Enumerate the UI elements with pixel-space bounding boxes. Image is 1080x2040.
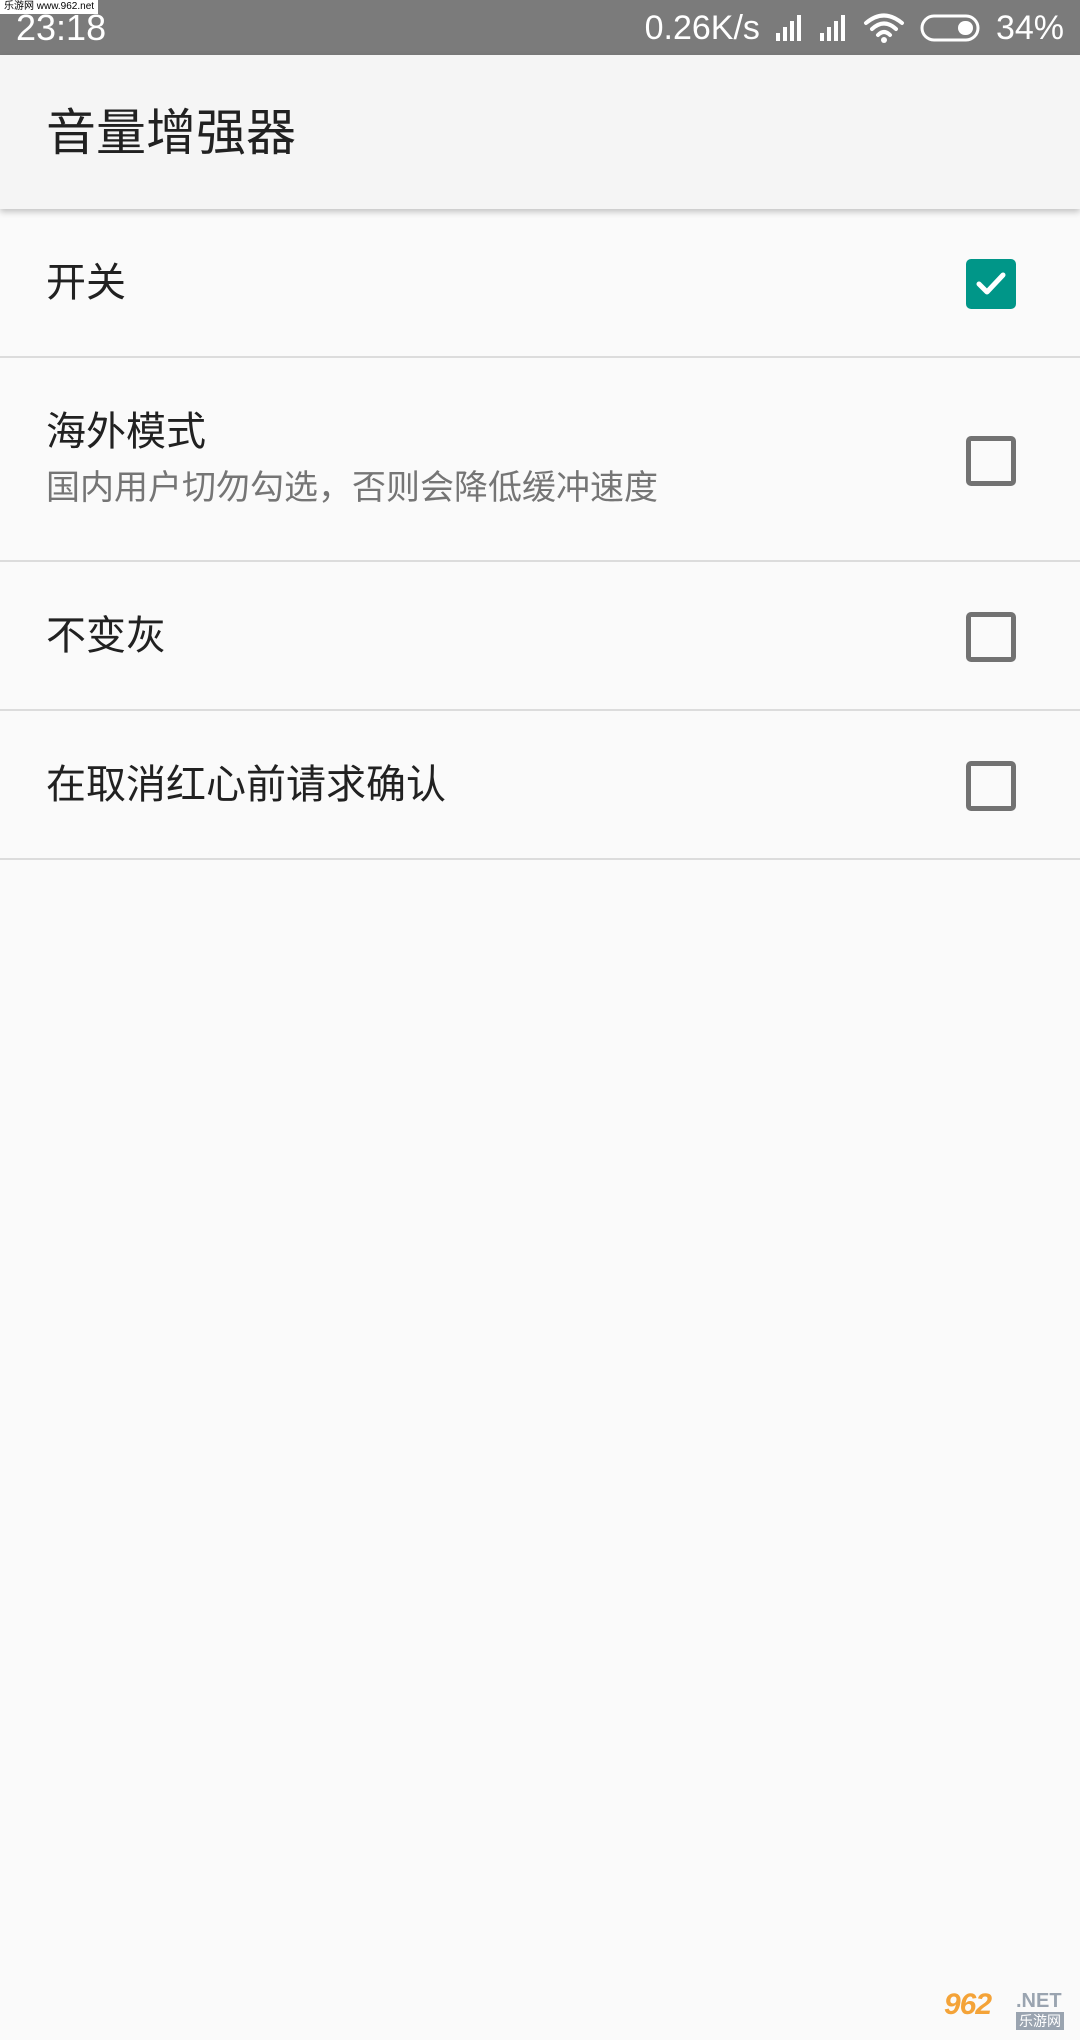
pref-item-switch[interactable]: 开关 [0,209,1080,358]
pref-item-overseas-mode[interactable]: 海外模式 国内用户切勿勾选，否则会降低缓冲速度 [0,358,1080,562]
battery-icon [920,13,982,43]
screen: 乐游网 www.962.net 23:18 0.26K/s 34% 音量增强器 … [0,0,1080,2040]
pref-title: 开关 [46,260,126,306]
watermark-net: .NET [1016,1990,1062,2012]
signal-icon-2 [818,13,848,43]
check-icon [976,272,1006,295]
confirm-unlike-checkbox[interactable] [966,761,1016,811]
switch-checkbox[interactable] [966,259,1016,309]
pref-title: 在取消红心前请求确认 [46,762,446,808]
battery-percent: 34% [995,8,1064,47]
watermark-logo: 962 .NET 乐游网 [944,1988,1074,2034]
wifi-icon [862,12,906,44]
pref-item-confirm-unlike[interactable]: 在取消红心前请求确认 [0,711,1080,860]
no-gray-checkbox[interactable] [966,612,1016,662]
watermark-cn: 乐游网 [1016,2012,1064,2030]
net-speed: 0.26K/s [644,8,760,47]
status-icons: 0.26K/s 34% [645,6,1064,50]
watermark-number: 962 [944,1988,992,2021]
status-bar: 乐游网 www.962.net 23:18 0.26K/s 34% [0,0,1080,55]
overseas-mode-checkbox[interactable] [966,436,1016,486]
preference-list: 开关 海外模式 国内用户切勿勾选，否则会降低缓冲速度 不变灰 在取消红心前请求确… [0,209,1080,860]
pref-item-no-gray[interactable]: 不变灰 [0,562,1080,711]
pref-title: 不变灰 [46,613,166,659]
signal-icon [774,13,804,43]
status-time: 23:18 [16,7,107,48]
page-title: 音量增强器 [46,104,296,162]
pref-title: 海外模式 [46,409,206,455]
app-bar: 音量增强器 [0,55,1080,209]
pref-summary: 国内用户切勿勾选，否则会降低缓冲速度 [46,468,658,508]
